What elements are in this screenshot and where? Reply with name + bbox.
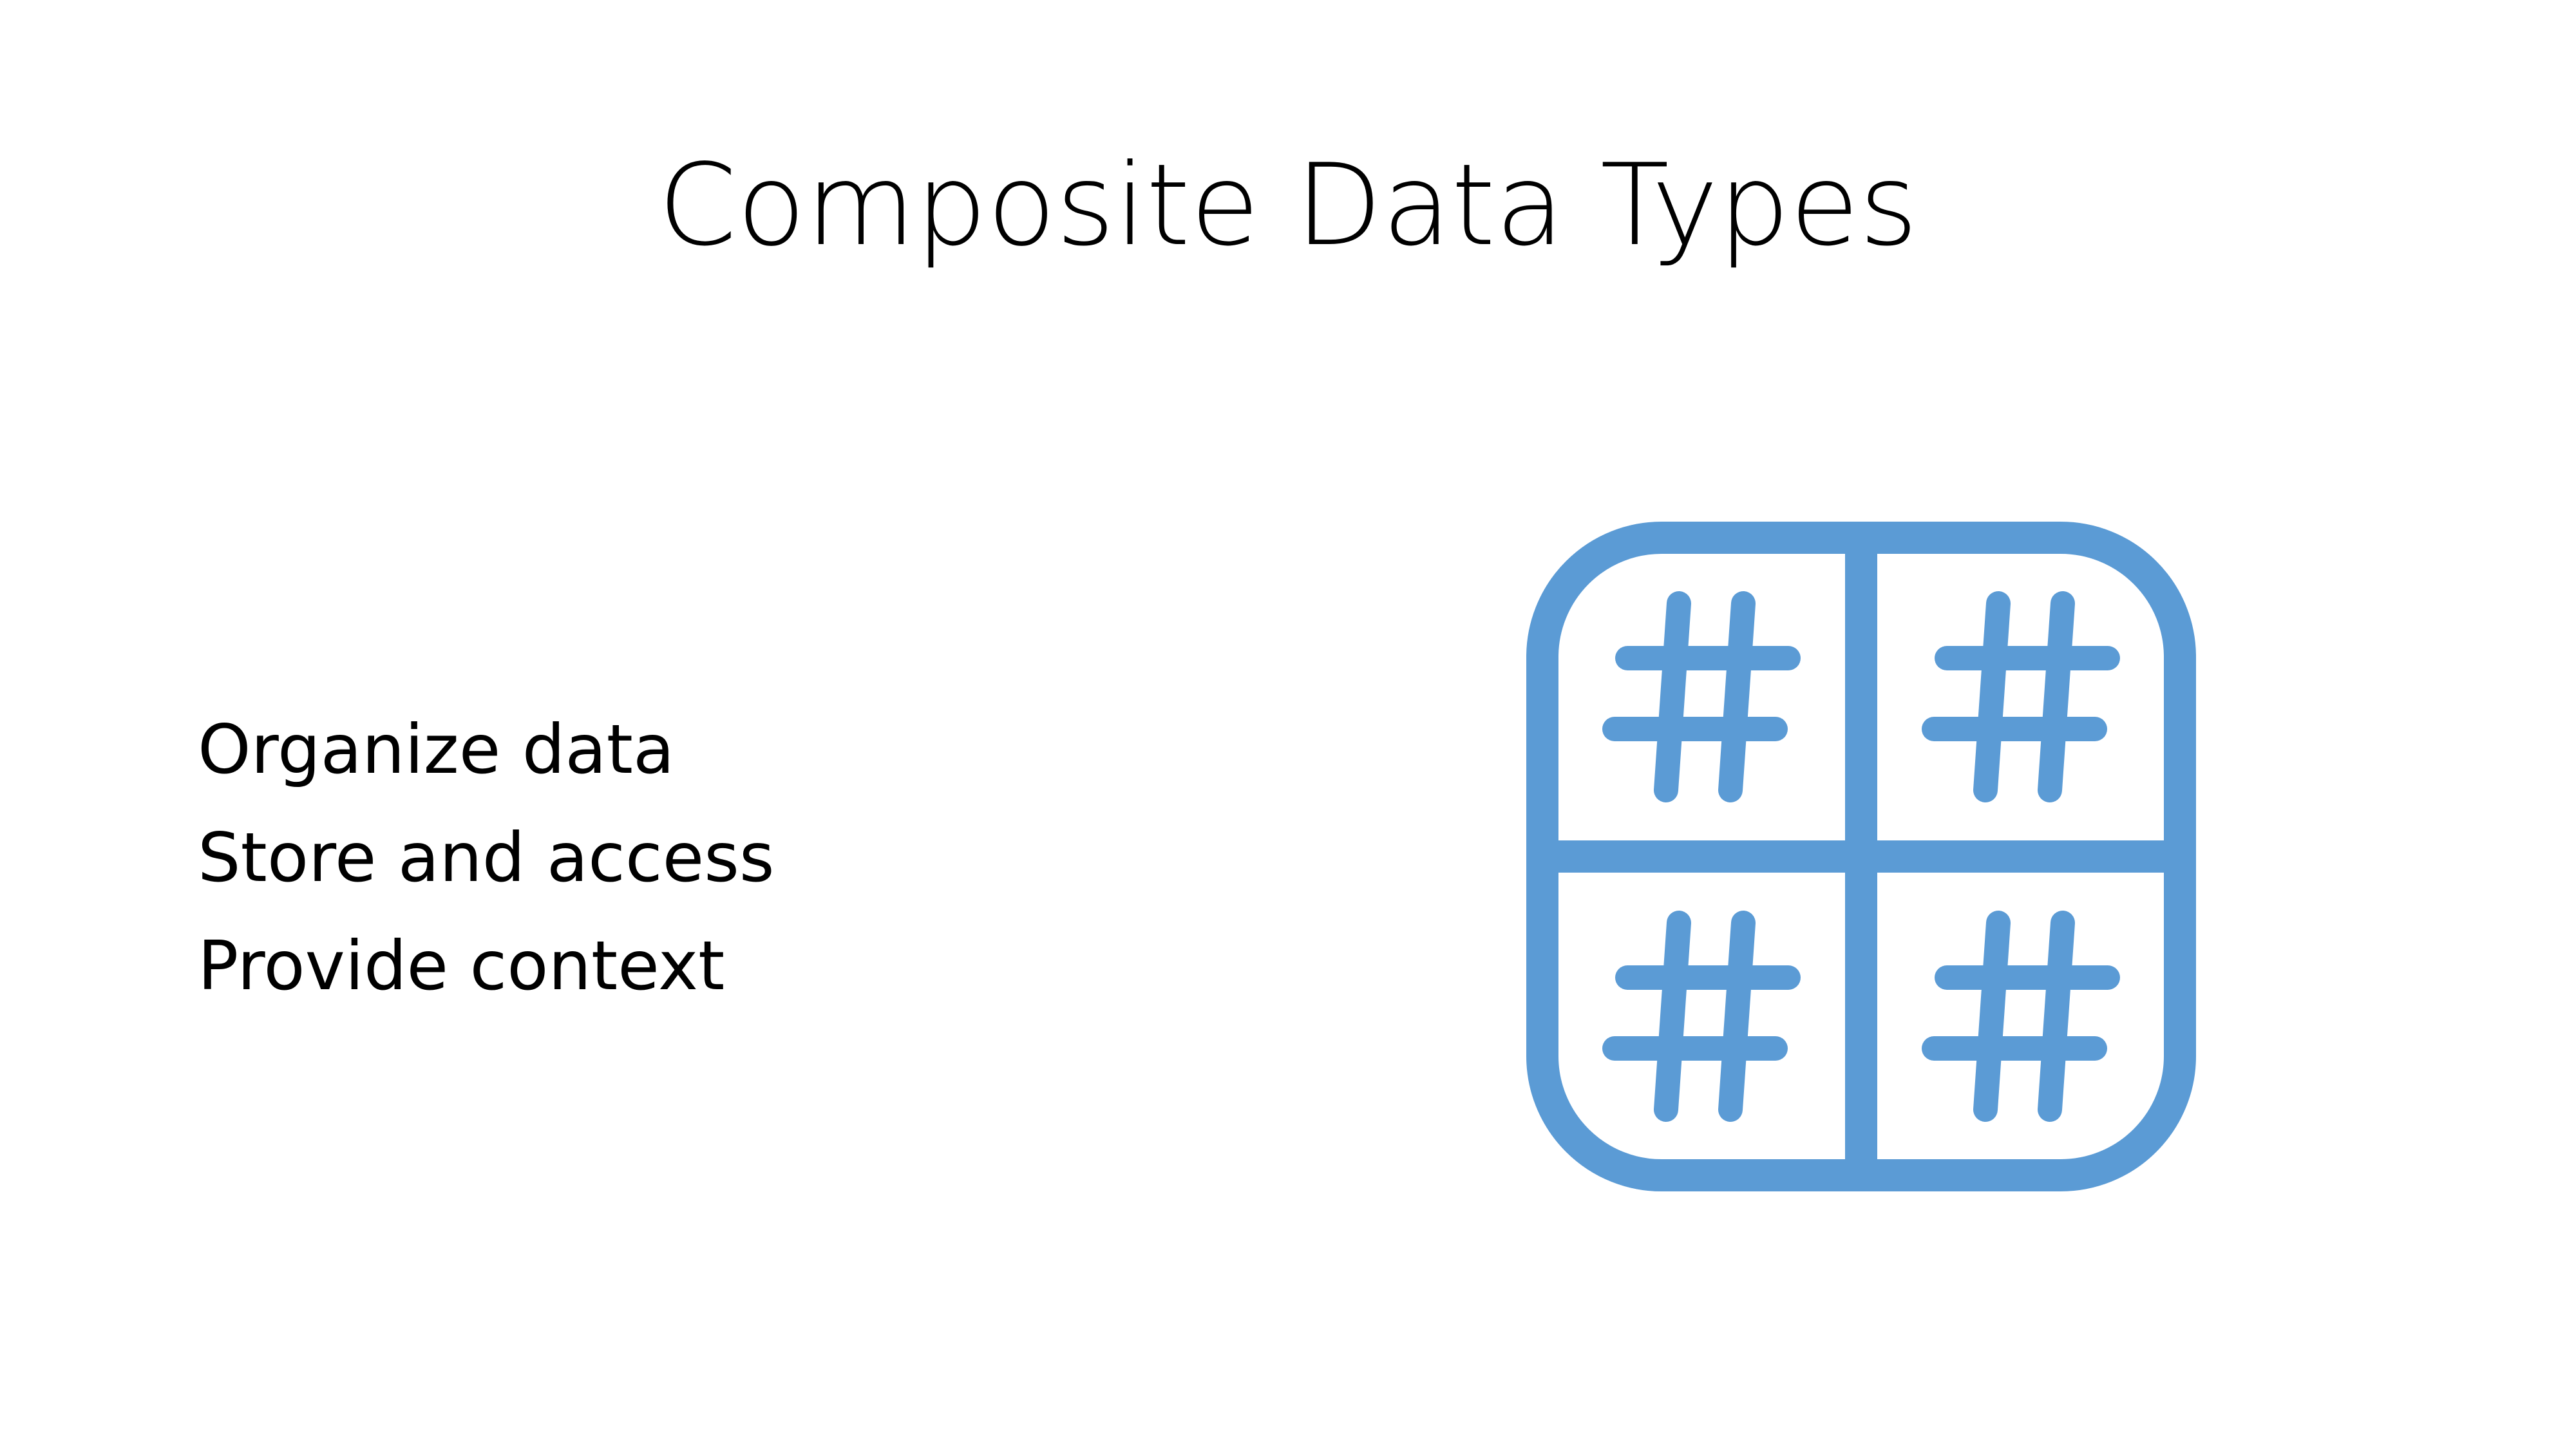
hash-icon: [1922, 911, 2120, 1122]
hash-icon: [1602, 911, 1801, 1122]
hash-icon: [1922, 591, 2120, 802]
bullet-item: Provide context: [198, 927, 725, 1005]
slide: Composite Data Types Organize data Store…: [0, 0, 2576, 1449]
bullet-item: Store and access: [198, 819, 775, 897]
grid-hash-icon: [1526, 522, 2196, 1191]
bullet-list: Organize data Store and access Provide c…: [198, 696, 775, 1020]
slide-title: Composite Data Types: [658, 140, 1918, 271]
bullet-item: Organize data: [198, 710, 675, 789]
hash-icon: [1602, 591, 1801, 802]
